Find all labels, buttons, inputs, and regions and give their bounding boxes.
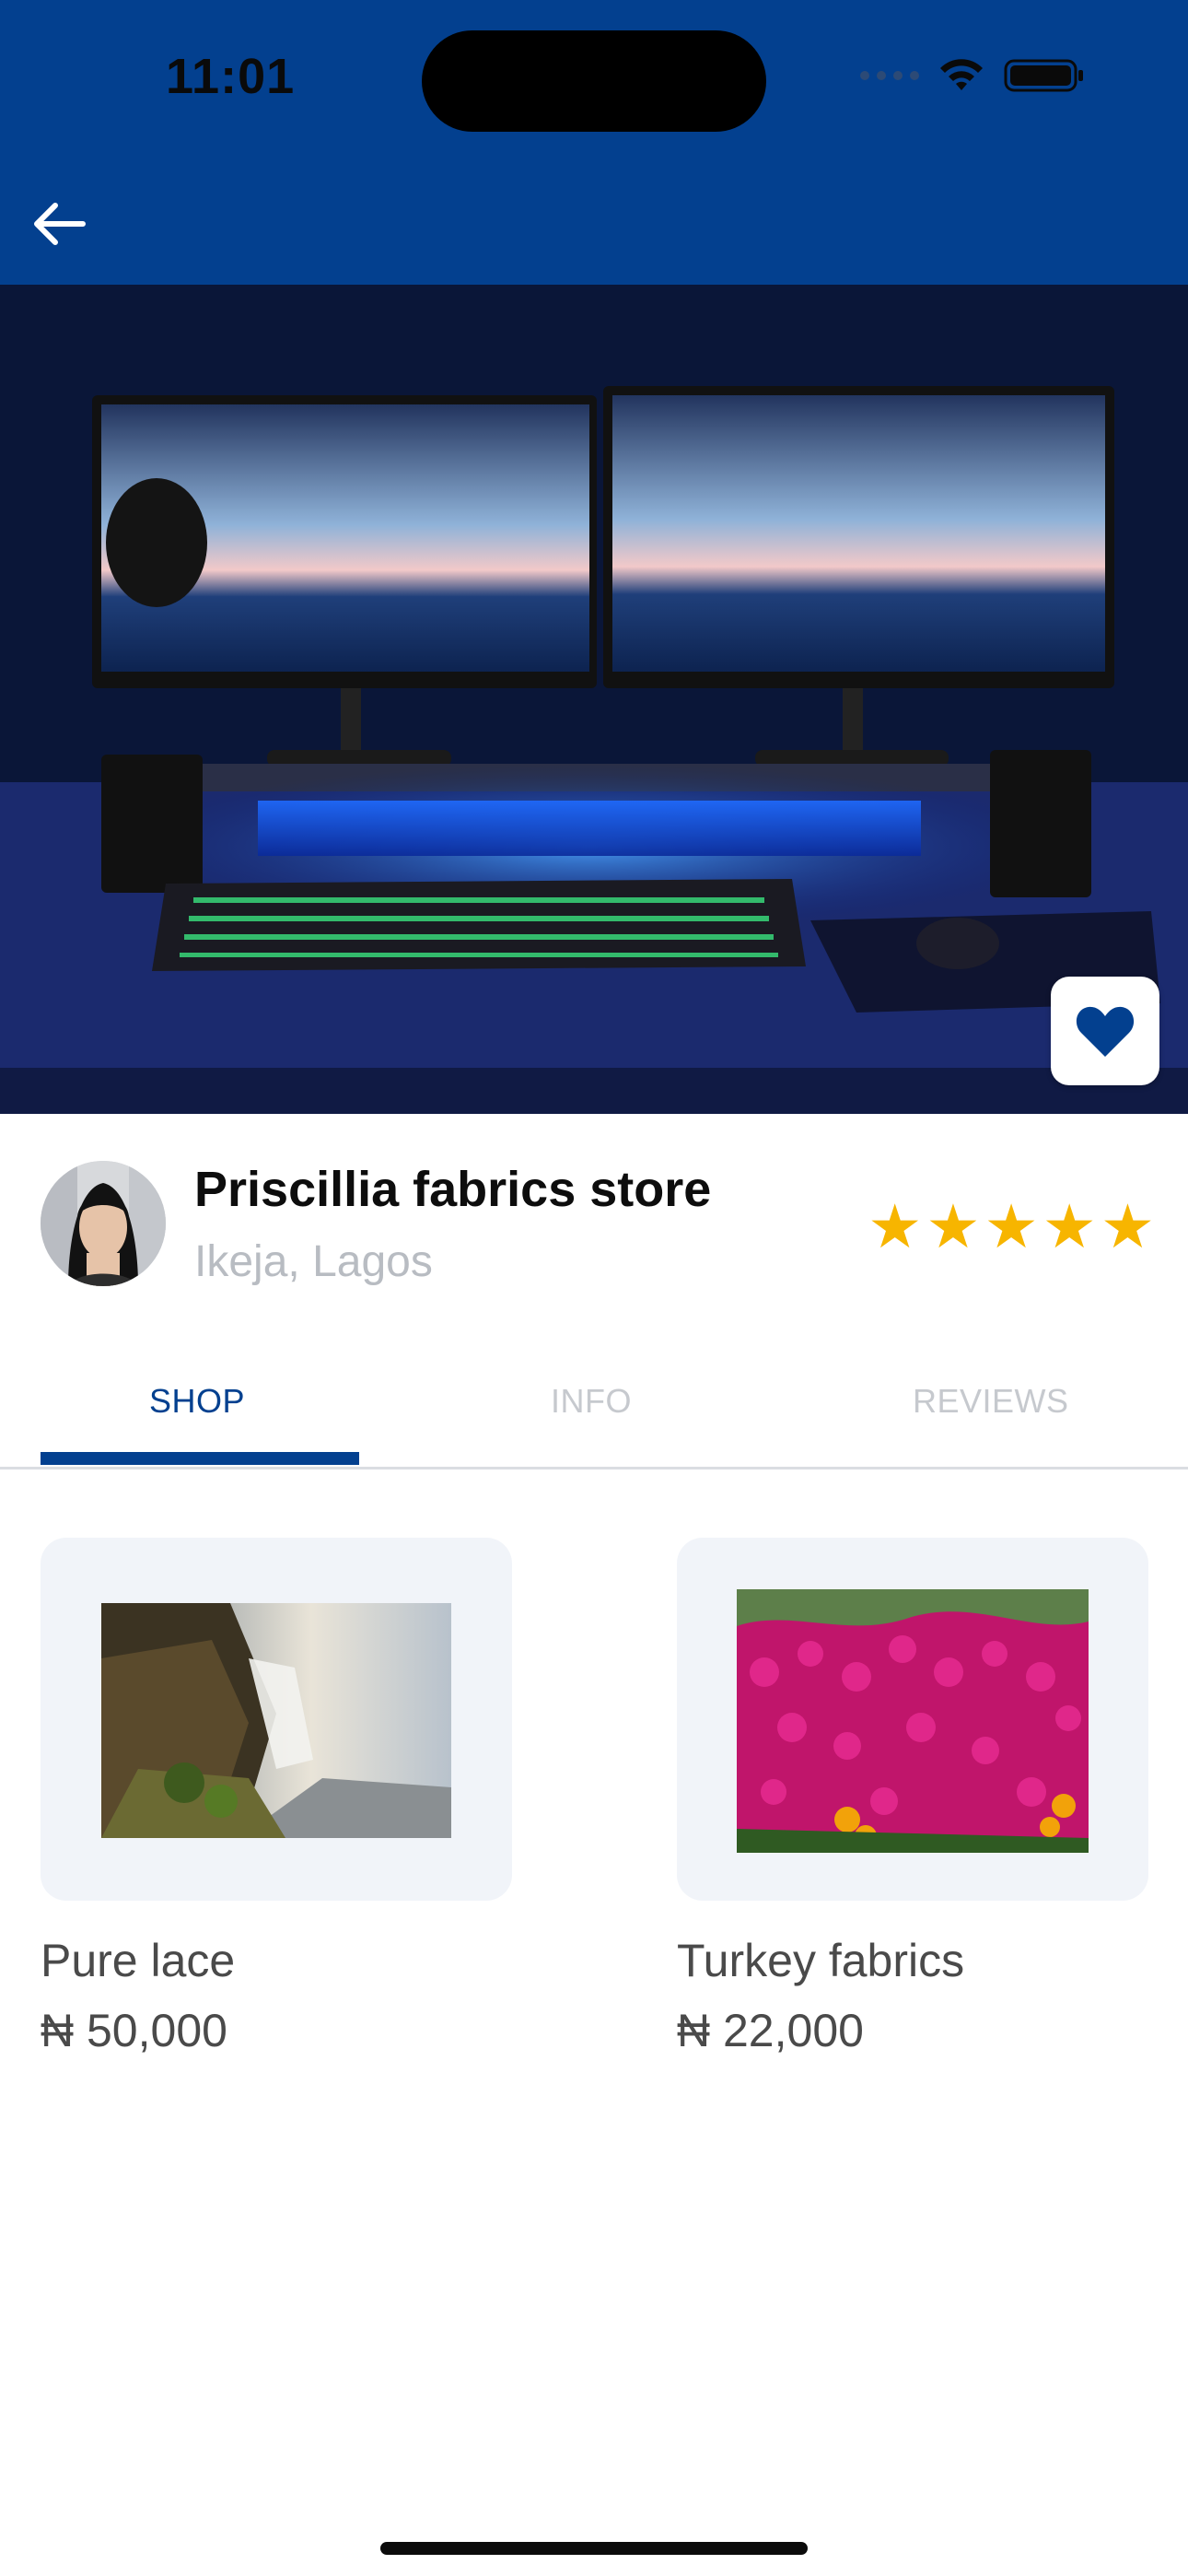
battery-icon	[1004, 59, 1083, 92]
active-tab-indicator	[41, 1452, 359, 1465]
rating-stars: ★ ★ ★ ★ ★	[868, 1196, 1155, 1257]
arrow-left-icon	[34, 203, 86, 245]
favorite-button[interactable]	[1051, 977, 1159, 1085]
product-name: Turkey fabrics	[677, 1935, 965, 1986]
star-icon: ★	[1042, 1192, 1097, 1260]
star-icon: ★	[868, 1192, 923, 1260]
heart-icon	[1076, 1006, 1135, 1057]
home-indicator[interactable]	[380, 2542, 808, 2555]
product-image-card[interactable]	[41, 1538, 512, 1901]
wifi-icon	[940, 59, 983, 90]
star-icon: ★	[984, 1192, 1039, 1260]
product-image-card[interactable]	[677, 1538, 1148, 1901]
tab-reviews[interactable]: REVIEWS	[913, 1382, 1069, 1421]
back-button[interactable]	[22, 192, 96, 256]
product-price: ₦ 50,000	[41, 2005, 227, 2056]
star-icon: ★	[926, 1192, 981, 1260]
product-card[interactable]: Turkey fabrics ₦ 22,000	[677, 1538, 1148, 2057]
store-location: Ikeja, Lagos	[194, 1237, 433, 1286]
product-name: Pure lace	[41, 1935, 236, 1986]
app-header: 11:01	[0, 0, 1188, 285]
store-name: Priscillia fabrics store	[194, 1162, 712, 1217]
tab-info[interactable]: INFO	[551, 1382, 632, 1421]
store-info: Priscillia fabrics store Ikeja, Lagos ★ …	[41, 1161, 1155, 1290]
star-icon: ★	[1100, 1192, 1155, 1260]
product-price: ₦ 22,000	[677, 2005, 864, 2056]
signal-dots-icon	[860, 71, 919, 80]
store-hero-image	[0, 285, 1188, 1114]
status-icons	[860, 57, 1087, 94]
dynamic-island	[422, 30, 766, 132]
product-card[interactable]: Pure lace ₦ 50,000	[41, 1538, 512, 2057]
tab-shop[interactable]: SHOP	[149, 1382, 245, 1421]
store-tabs: SHOP INFO REVIEWS	[0, 1327, 1188, 1469]
status-time: 11:01	[166, 49, 296, 104]
avatar	[41, 1161, 166, 1286]
